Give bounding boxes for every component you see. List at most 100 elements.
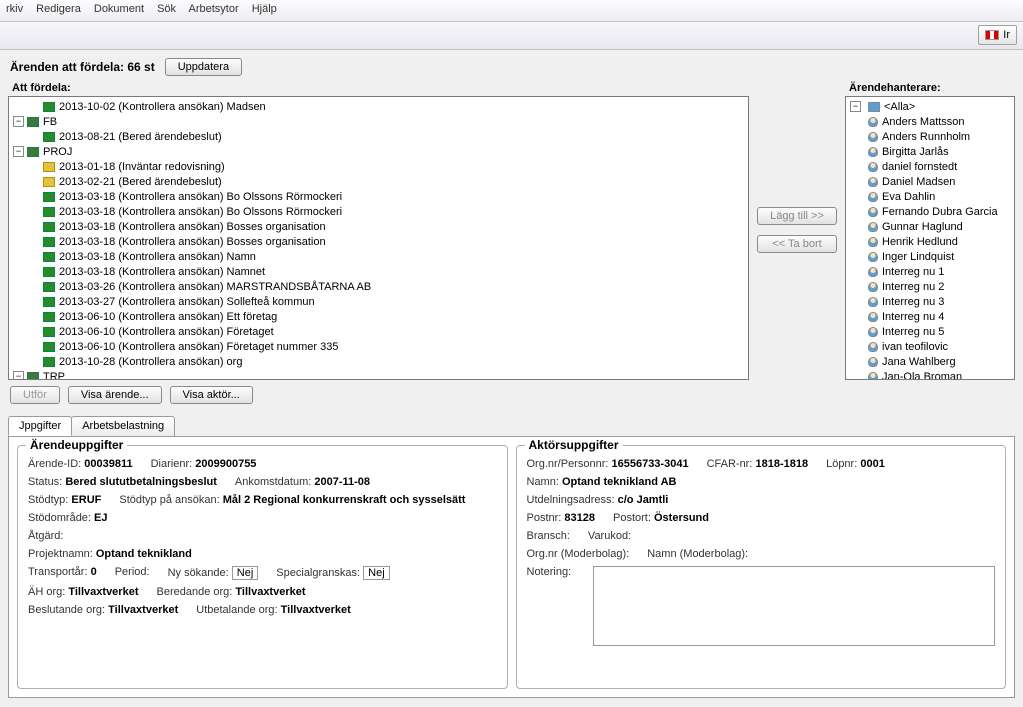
flag-icon: [985, 30, 999, 40]
menu-dokument[interactable]: Dokument: [94, 3, 144, 15]
folder-icon: [27, 117, 39, 127]
list-item-all[interactable]: −<Alla>: [848, 99, 1012, 114]
postort-value: Östersund: [654, 512, 709, 524]
tree-item[interactable]: 2013-06-10 (Kontrollera ansökan) Ett för…: [9, 309, 748, 324]
beslutande-value: Tillvaxtverket: [108, 604, 178, 616]
tree-node-fb[interactable]: −FB: [9, 114, 748, 129]
tree-item[interactable]: 2013-03-26 (Kontrollera ansökan) MARSTRA…: [9, 279, 748, 294]
toolbar-right-button[interactable]: Ir: [978, 25, 1017, 45]
tab-arbetsbelastning[interactable]: Arbetsbelastning: [71, 416, 175, 436]
person-icon: [868, 222, 878, 232]
collapse-icon[interactable]: −: [13, 116, 24, 127]
arende-title: Ärendeuppgifter: [26, 438, 127, 452]
person-icon: [868, 117, 878, 127]
stodtyp-value: ERUF: [71, 494, 101, 506]
folder-icon: [43, 342, 55, 352]
remove-button[interactable]: << Ta bort: [757, 235, 837, 253]
tree-item[interactable]: 2013-08-21 (Bered ärendebeslut): [9, 129, 748, 144]
person-icon: [868, 177, 878, 187]
folder-icon: [43, 132, 55, 142]
menu-arbetsytor[interactable]: Arbetsytor: [189, 3, 239, 15]
menu-redigera[interactable]: Redigera: [36, 3, 81, 15]
menu-sok[interactable]: Sök: [157, 3, 176, 15]
list-item[interactable]: Henrik Hedlund: [848, 234, 1012, 249]
modernamn-label: Namn (Moderbolag):: [647, 548, 748, 560]
folder-icon: [43, 312, 55, 322]
ny-sokande-value: Nej: [232, 566, 259, 580]
list-item[interactable]: Interreg nu 3: [848, 294, 1012, 309]
list-item[interactable]: Daniel Madsen: [848, 174, 1012, 189]
visa-arende-button[interactable]: Visa ärende...: [68, 386, 162, 404]
folder-icon: [43, 192, 55, 202]
person-icon: [868, 372, 878, 381]
list-item[interactable]: Jana Wahlberg: [848, 354, 1012, 369]
moderorg-label: Org.nr (Moderbolag):: [527, 548, 630, 560]
list-item[interactable]: Birgitta Jarlås: [848, 144, 1012, 159]
handlers-label: Ärendehanterare:: [845, 80, 1015, 96]
person-icon: [868, 252, 878, 262]
tree-item[interactable]: 2013-10-28 (Kontrollera ansökan) org: [9, 354, 748, 369]
tree-item[interactable]: 2013-06-10 (Kontrollera ansökan) Företag…: [9, 339, 748, 354]
collapse-icon[interactable]: −: [13, 371, 24, 380]
list-item[interactable]: Fernando Dubra Garcia: [848, 204, 1012, 219]
list-item[interactable]: Gunnar Haglund: [848, 219, 1012, 234]
notering-field[interactable]: [593, 566, 995, 646]
tree-node-trp[interactable]: −TRP: [9, 369, 748, 380]
list-item[interactable]: Jan-Ola Broman: [848, 369, 1012, 380]
lopnr-value: 0001: [860, 458, 884, 470]
details-panel: Ärendeuppgifter Ärende-ID: 00039811 Diar…: [8, 436, 1015, 698]
collapse-icon[interactable]: −: [13, 146, 24, 157]
list-item[interactable]: Eva Dahlin: [848, 189, 1012, 204]
tree-item[interactable]: 2013-03-18 (Kontrollera ansökan) Bosses …: [9, 234, 748, 249]
list-item[interactable]: daniel fornstedt: [848, 159, 1012, 174]
collapse-icon[interactable]: −: [850, 101, 861, 112]
att-fordela-tree[interactable]: 2013-10-02 (Kontrollera ansökan) Madsen …: [8, 96, 749, 380]
folder-icon: [27, 372, 39, 381]
tree-item[interactable]: 2013-10-02 (Kontrollera ansökan) Madsen: [9, 99, 748, 114]
person-icon: [868, 342, 878, 352]
add-button[interactable]: Lägg till >>: [757, 207, 837, 225]
tree-node-proj[interactable]: −PROJ: [9, 144, 748, 159]
tree-item[interactable]: 2013-06-10 (Kontrollera ansökan) Företag…: [9, 324, 748, 339]
person-icon: [868, 132, 878, 142]
tree-item[interactable]: 2013-03-18 (Kontrollera ansökan) Bo Olss…: [9, 189, 748, 204]
att-fordela-label: Att fördela:: [8, 80, 749, 96]
list-item[interactable]: Anders Runnholm: [848, 129, 1012, 144]
list-item[interactable]: ivan teofilovic: [848, 339, 1012, 354]
ah-org-value: Tillvaxtverket: [68, 586, 138, 598]
tab-uppgifter[interactable]: Jppgifter: [8, 416, 72, 436]
tree-item[interactable]: 2013-03-18 (Kontrollera ansökan) Bo Olss…: [9, 204, 748, 219]
list-item[interactable]: Interreg nu 5: [848, 324, 1012, 339]
person-icon: [868, 282, 878, 292]
notering-label: Notering:: [527, 566, 572, 578]
uppdatera-button[interactable]: Uppdatera: [165, 58, 242, 76]
list-item[interactable]: Interreg nu 4: [848, 309, 1012, 324]
menubar[interactable]: rkiv Redigera Dokument Sök Arbetsytor Hj…: [0, 0, 1023, 22]
stodtyp-ansokan-value: Mål 2 Regional konkurrenskraft och sysse…: [223, 494, 466, 506]
person-icon: [868, 357, 878, 367]
cfar-value: 1818-1818: [755, 458, 808, 470]
person-icon: [868, 147, 878, 157]
status-value: Bered slututbetalningsbeslut: [65, 476, 217, 488]
menu-arkiv[interactable]: rkiv: [6, 3, 23, 15]
projektnamn-value: Optand teknikland: [96, 548, 192, 560]
tree-item[interactable]: 2013-02-21 (Bered ärendebeslut): [9, 174, 748, 189]
folder-icon: [43, 297, 55, 307]
tree-item[interactable]: 2013-03-27 (Kontrollera ansökan) Solleft…: [9, 294, 748, 309]
utfor-button[interactable]: Utför: [10, 386, 60, 404]
people-icon: [868, 102, 880, 112]
handlers-list[interactable]: −<Alla> Anders Mattsson Anders Runnholm …: [845, 96, 1015, 380]
menu-hjalp[interactable]: Hjälp: [252, 3, 277, 15]
tree-item[interactable]: 2013-03-18 (Kontrollera ansökan) Namn: [9, 249, 748, 264]
toolbar: Ir: [0, 22, 1023, 50]
visa-aktor-button[interactable]: Visa aktör...: [170, 386, 253, 404]
person-icon: [868, 162, 878, 172]
tree-item[interactable]: 2013-03-18 (Kontrollera ansökan) Bosses …: [9, 219, 748, 234]
transfer-buttons: Lägg till >> << Ta bort: [757, 80, 837, 380]
tree-item[interactable]: 2013-01-18 (Inväntar redovisning): [9, 159, 748, 174]
list-item[interactable]: Inger Lindquist: [848, 249, 1012, 264]
list-item[interactable]: Interreg nu 2: [848, 279, 1012, 294]
list-item[interactable]: Interreg nu 1: [848, 264, 1012, 279]
list-item[interactable]: Anders Mattsson: [848, 114, 1012, 129]
tree-item[interactable]: 2013-03-18 (Kontrollera ansökan) Namnet: [9, 264, 748, 279]
